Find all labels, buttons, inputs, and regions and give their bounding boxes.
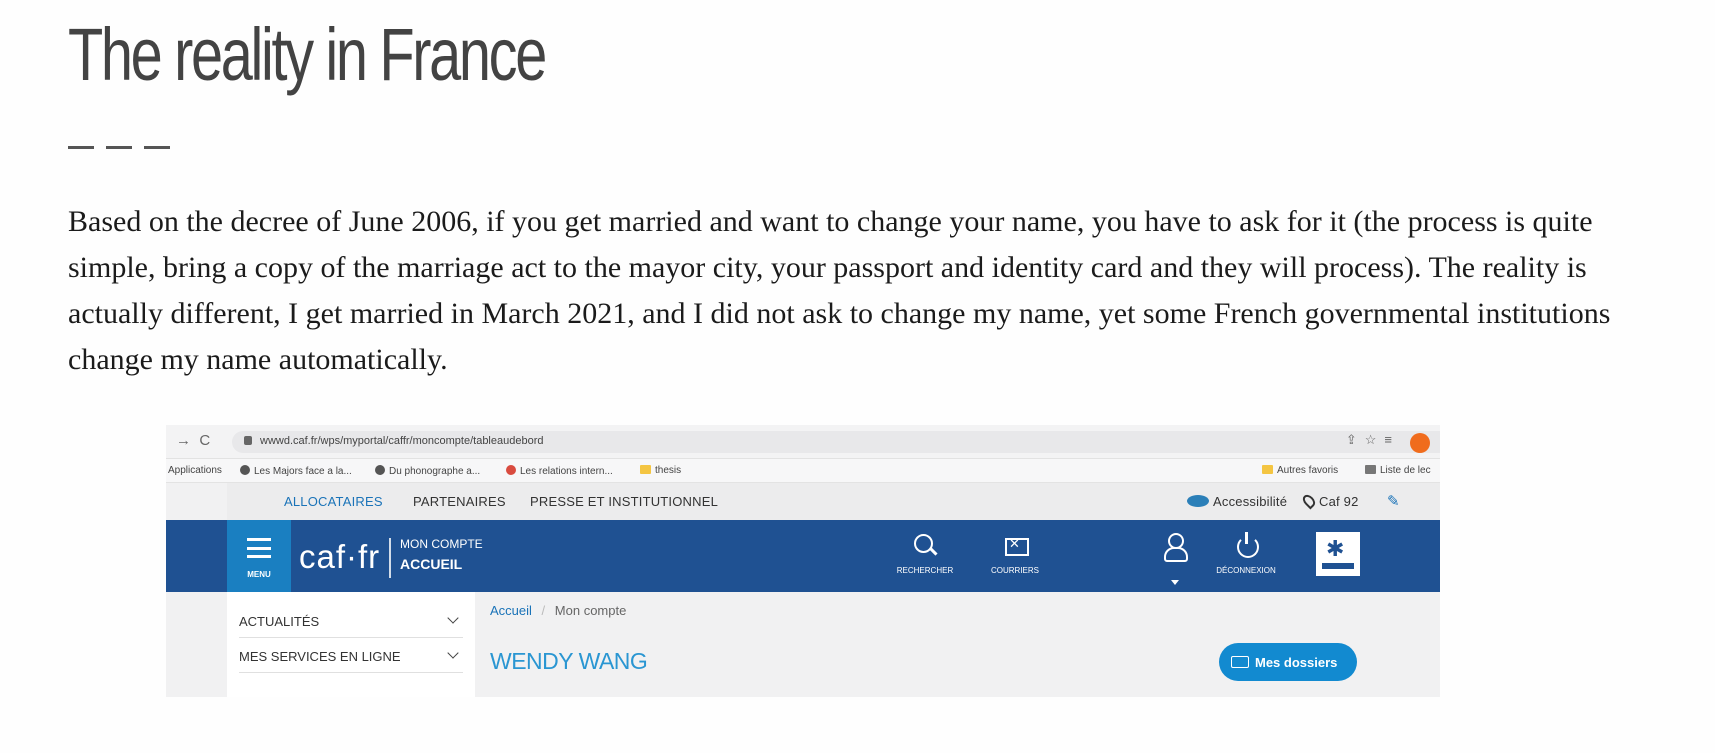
- logo-divider: [389, 538, 391, 578]
- user-icon: [1160, 532, 1188, 562]
- reading-list-icon: [1365, 465, 1376, 474]
- sidebar: ACTUALITÉS MES SERVICES EN LIGNE: [227, 592, 475, 697]
- menu-label: MENU: [247, 570, 271, 579]
- power-icon: [1232, 532, 1260, 560]
- globe-icon: [506, 465, 516, 475]
- my-files-button[interactable]: Mes dossiers: [1219, 643, 1357, 681]
- mail-button[interactable]: COURRIERS: [975, 532, 1055, 575]
- profile-avatar[interactable]: [1410, 433, 1430, 453]
- globe-icon: [375, 465, 385, 475]
- site-top-nav: ALLOCATAIRES PARTENAIRES PRESSE ET INSTI…: [227, 483, 1440, 520]
- lock-icon: [244, 436, 252, 445]
- folder-icon: [640, 465, 651, 474]
- breadcrumb-home[interactable]: Accueil: [490, 603, 532, 618]
- chevron-down-icon: [1171, 580, 1179, 585]
- breadcrumb: Accueil / Mon compte: [490, 603, 627, 618]
- caf-logo[interactable]: caf·fr: [299, 538, 380, 576]
- url-text[interactable]: wwwd.caf.fr/wps/myportal/caffr/moncompte…: [260, 435, 543, 447]
- nav-allocataires[interactable]: ALLOCATAIRES: [284, 494, 383, 509]
- bookmark-item[interactable]: Applications: [168, 465, 222, 476]
- eye-icon: [1187, 495, 1209, 507]
- site-header: MENU caf·fr MON COMPTE ACCUEIL RECHERCHE…: [166, 520, 1440, 592]
- reading-list[interactable]: Liste de lec: [1365, 465, 1431, 476]
- slide-body-text: Based on the decree of June 2006, if you…: [68, 205, 1611, 376]
- pencil-icon[interactable]: ✎: [1387, 492, 1400, 510]
- user-menu-button[interactable]: [1134, 532, 1214, 566]
- republique-francaise-logo: [1316, 532, 1360, 576]
- sidebar-item-services[interactable]: MES SERVICES EN LIGNE: [239, 638, 463, 673]
- bookmarks-bar: Applications Les Majors face a la... Du …: [166, 459, 1440, 483]
- folder-icon: [1231, 656, 1249, 668]
- slide-title: The reality in France: [68, 13, 547, 96]
- folder-icon: [1262, 465, 1273, 474]
- title-divider: [68, 146, 94, 149]
- search-icon: [911, 532, 939, 560]
- sidebar-item-actualites[interactable]: ACTUALITÉS: [239, 603, 463, 638]
- nav-presse[interactable]: PRESSE ET INSTITUTIONNEL: [530, 494, 718, 509]
- location-pin-icon: [1300, 492, 1318, 510]
- hamburger-icon: [247, 538, 271, 558]
- menu-button[interactable]: MENU: [227, 520, 291, 592]
- search-button[interactable]: RECHERCHER: [885, 532, 965, 575]
- bookmark-item[interactable]: Autres favoris: [1262, 465, 1338, 476]
- title-divider: [106, 146, 132, 149]
- browser-action-icons[interactable]: ⇪☆≡: [1346, 432, 1400, 448]
- bookmark-item[interactable]: thesis: [640, 465, 681, 476]
- breadcrumb-current: Mon compte: [554, 603, 627, 618]
- caf-department[interactable]: Caf 92: [1319, 494, 1359, 509]
- globe-icon: [240, 465, 250, 475]
- logo-subtitle: MON COMPTE: [400, 537, 483, 551]
- browser-nav-icons[interactable]: → C: [176, 432, 210, 449]
- embedded-screenshot: → C wwwd.caf.fr/wps/myportal/caffr/monco…: [166, 425, 1440, 697]
- account-holder-name: WENDY WANG: [490, 648, 648, 674]
- logo-page-name: ACCUEIL: [400, 556, 463, 572]
- chevron-down-icon: [447, 647, 459, 659]
- bookmark-item[interactable]: Les Majors face a la...: [240, 465, 352, 477]
- title-divider: [144, 146, 170, 149]
- accessibility-link[interactable]: Accessibilité: [1213, 494, 1287, 509]
- bookmark-item[interactable]: Du phonographe a...: [375, 465, 480, 477]
- mail-icon: [1001, 532, 1029, 560]
- nav-partenaires[interactable]: PARTENAIRES: [413, 494, 506, 509]
- logout-button[interactable]: DÉCONNEXION: [1206, 532, 1286, 575]
- bookmark-item[interactable]: Les relations intern...: [506, 465, 613, 477]
- chevron-down-icon: [447, 612, 459, 624]
- browser-toolbar: → C wwwd.caf.fr/wps/myportal/caffr/monco…: [166, 425, 1440, 459]
